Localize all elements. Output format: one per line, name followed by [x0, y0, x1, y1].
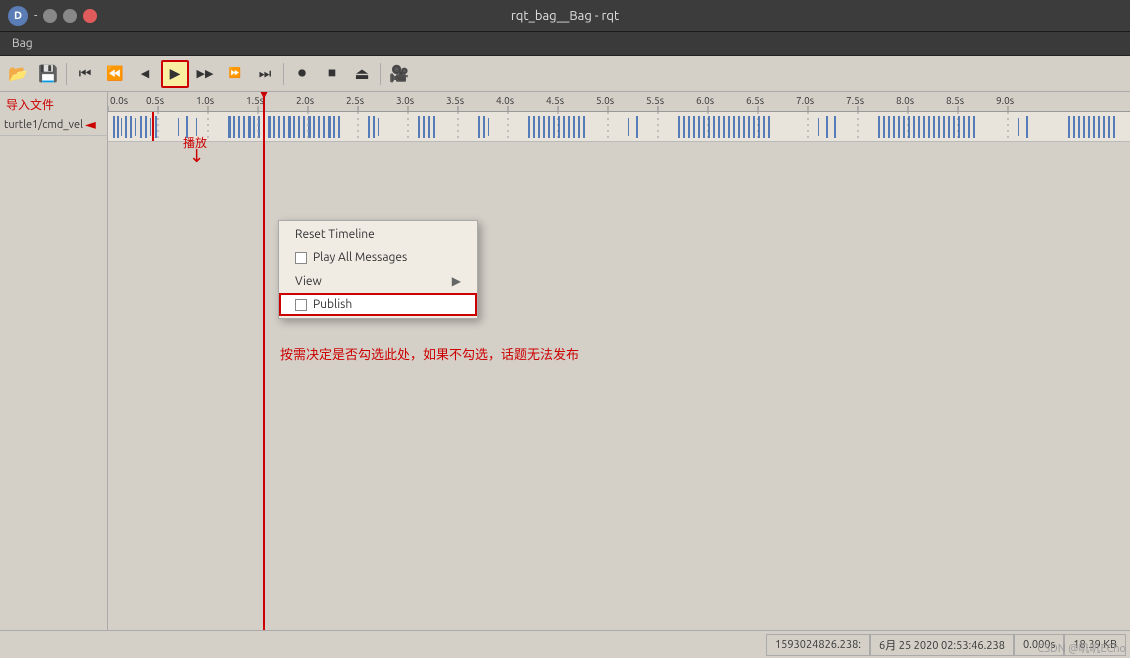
publish-label: Publish — [313, 298, 352, 311]
forward-button[interactable]: ▶▶ — [191, 60, 219, 88]
svg-text:1.0s: 1.0s — [196, 95, 214, 106]
svg-text:5.0s: 5.0s — [596, 95, 614, 106]
prev-button[interactable]: ⏪ — [101, 60, 129, 88]
toolbar-sep-3 — [380, 63, 381, 85]
svg-text:4.0s: 4.0s — [496, 95, 514, 106]
save-button[interactable]: 💾 — [34, 60, 62, 88]
svg-text:7.0s: 7.0s — [796, 95, 814, 106]
maximize-button[interactable] — [63, 9, 77, 23]
toolbar-sep-1 — [66, 63, 67, 85]
context-menu-play-all-messages[interactable]: Play All Messages — [279, 246, 477, 269]
main-area: 导入文件 turtle1/cmd_vel ◄ 0.0s 0.5s 1.0s 1.… — [0, 92, 1130, 630]
close-button[interactable] — [83, 9, 97, 23]
toolbar: 📂 💾 ⏮ ⏪ ◀ ▶ ▶▶ ⏩ ⏭ ⏺ ⏹ ⏏ 🎥 — [0, 56, 1130, 92]
svg-text:1.5s: 1.5s — [246, 95, 264, 106]
svg-text:0.0s: 0.0s — [110, 95, 128, 106]
view-label: View — [295, 275, 322, 288]
minimize-button[interactable] — [43, 9, 57, 23]
statusbar: 1593024826.238: 6月 25 2020 02:53:46.238 … — [0, 630, 1130, 658]
chinese-annotation: 按需决定是否勾选此处，如果不勾选，话题无法发布 — [280, 344, 579, 363]
annotation-arrow-down: ↓ — [189, 146, 204, 167]
reset-timeline-label: Reset Timeline — [295, 228, 375, 241]
record-button[interactable]: ⏺ — [288, 60, 316, 88]
watermark: CSDN @叽叽EChо — [1037, 640, 1126, 656]
play-button[interactable]: ▶ — [161, 60, 189, 88]
svg-text:8.5s: 8.5s — [946, 95, 964, 106]
play-annotation: 播放 ↓ — [183, 134, 207, 151]
svg-text:6.5s: 6.5s — [746, 95, 764, 106]
titlebar-right-controls: D - — [8, 6, 97, 26]
next-frame-button[interactable]: ⏩ — [221, 60, 249, 88]
play-all-messages-checkbox[interactable] — [295, 252, 307, 264]
menubar: Bag — [0, 32, 1130, 56]
context-menu: Reset Timeline Play All Messages View ▶ … — [278, 220, 478, 319]
status-datetime: 6月 25 2020 02:53:46.238 — [870, 634, 1014, 656]
ruler-svg: 0.0s 0.5s 1.0s 1.5s 2.0s 2.5s 3.0s 3.5s … — [108, 92, 1130, 112]
publish-checkbox[interactable] — [295, 299, 307, 311]
sidebar: 导入文件 turtle1/cmd_vel ◄ — [0, 92, 108, 630]
waveform-svg — [108, 112, 1130, 142]
time-ruler: 0.0s 0.5s 1.0s 1.5s 2.0s 2.5s 3.0s 3.5s … — [108, 92, 1130, 112]
context-menu-view[interactable]: View ▶ — [279, 269, 477, 293]
svg-text:3.0s: 3.0s — [396, 95, 414, 106]
window-title: rqt_bag__Bag - rqt — [511, 9, 619, 23]
topic-label: turtle1/cmd_vel ◄ — [0, 114, 108, 136]
svg-text:7.5s: 7.5s — [846, 95, 864, 106]
play-all-messages-label: Play All Messages — [313, 251, 407, 264]
svg-text:6.0s: 6.0s — [696, 95, 714, 106]
eject-button[interactable]: ⏏ — [348, 60, 376, 88]
stop-button[interactable]: ⏹ — [318, 60, 346, 88]
track-area[interactable] — [108, 112, 1130, 142]
back-button[interactable]: ◀ — [131, 60, 159, 88]
playhead[interactable] — [263, 92, 265, 630]
svg-text:9.0s: 9.0s — [996, 95, 1014, 106]
svg-text:2.0s: 2.0s — [296, 95, 314, 106]
topic-arrow: ◄ — [85, 116, 96, 133]
camera-button[interactable]: 🎥 — [385, 60, 413, 88]
svg-text:8.0s: 8.0s — [896, 95, 914, 106]
go-to-end-button[interactable]: ⏭ — [251, 60, 279, 88]
window-controls — [43, 9, 97, 23]
svg-text:2.5s: 2.5s — [346, 95, 364, 106]
view-submenu-arrow: ▶ — [452, 274, 461, 288]
go-to-start-button[interactable]: ⏮ — [71, 60, 99, 88]
svg-text:3.5s: 3.5s — [446, 95, 464, 106]
context-menu-publish[interactable]: Publish — [279, 293, 477, 316]
status-timestamp: 1593024826.238: — [766, 634, 870, 656]
svg-text:0.5s: 0.5s — [146, 95, 164, 106]
toolbar-sep-2 — [283, 63, 284, 85]
titlebar: rqt_bag__Bag - rqt D - — [0, 0, 1130, 32]
context-menu-reset-timeline[interactable]: Reset Timeline — [279, 223, 477, 246]
timeline-container: 0.0s 0.5s 1.0s 1.5s 2.0s 2.5s 3.0s 3.5s … — [108, 92, 1130, 630]
svg-text:4.5s: 4.5s — [546, 95, 564, 106]
topic-name: turtle1/cmd_vel — [4, 119, 83, 131]
help-button[interactable]: D — [8, 6, 28, 26]
menu-bag[interactable]: Bag — [4, 35, 41, 52]
open-button[interactable]: 📂 — [4, 60, 32, 88]
titlebar-dash: - — [34, 9, 37, 22]
svg-text:5.5s: 5.5s — [646, 95, 664, 106]
